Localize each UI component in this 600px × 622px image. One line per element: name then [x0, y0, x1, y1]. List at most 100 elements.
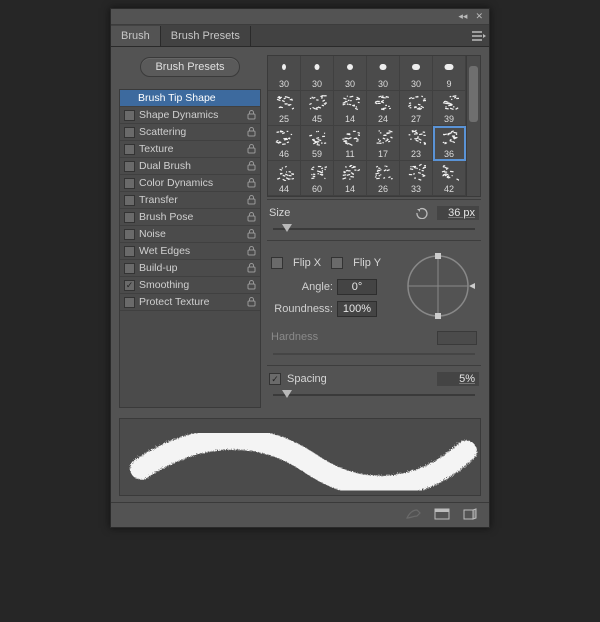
- size-label: Size: [269, 207, 290, 219]
- option-checkbox[interactable]: [124, 280, 135, 291]
- new-preset-icon[interactable]: [461, 507, 479, 521]
- option-brush-pose[interactable]: Brush Pose: [120, 209, 260, 226]
- lock-icon[interactable]: [246, 280, 256, 290]
- reset-size-icon[interactable]: [415, 206, 431, 220]
- tab-brush[interactable]: Brush: [111, 26, 161, 46]
- brush-tip[interactable]: 30: [334, 56, 367, 91]
- new-brush-icon[interactable]: [433, 507, 451, 521]
- brush-tip[interactable]: 14: [334, 91, 367, 126]
- option-checkbox[interactable]: [124, 144, 135, 155]
- option-brush-tip-shape[interactable]: Brush Tip Shape: [120, 90, 260, 107]
- option-checkbox[interactable]: [124, 297, 135, 308]
- flip-x-checkbox[interactable]: [271, 257, 283, 269]
- flip-y-checkbox[interactable]: [331, 257, 343, 269]
- close-icon[interactable]: ✕: [475, 11, 483, 22]
- brush-size-label: 42: [444, 184, 454, 194]
- brush-thumb-icon: [439, 163, 459, 181]
- brush-thumb-icon: [307, 93, 327, 111]
- brush-tip[interactable]: 46: [268, 126, 301, 161]
- option-shape-dynamics[interactable]: Shape Dynamics: [120, 107, 260, 124]
- brush-tip[interactable]: 33: [400, 161, 433, 196]
- option-checkbox[interactable]: [124, 229, 135, 240]
- brush-tip[interactable]: 30: [268, 56, 301, 91]
- spacing-checkbox[interactable]: [269, 373, 281, 385]
- option-noise[interactable]: Noise: [120, 226, 260, 243]
- brush-presets-button[interactable]: Brush Presets: [140, 57, 240, 77]
- option-dual-brush[interactable]: Dual Brush: [120, 158, 260, 175]
- spacing-slider[interactable]: [269, 388, 479, 402]
- angle-widget[interactable]: [401, 249, 475, 323]
- brush-tip[interactable]: 25: [268, 91, 301, 126]
- option-checkbox[interactable]: [124, 212, 135, 223]
- lock-icon[interactable]: [246, 110, 256, 120]
- brush-tip[interactable]: 30: [400, 56, 433, 91]
- lock-icon[interactable]: [246, 212, 256, 222]
- brush-tip[interactable]: 11: [334, 126, 367, 161]
- brush-tip[interactable]: 42: [433, 161, 466, 196]
- tab-brush-presets[interactable]: Brush Presets: [161, 26, 251, 46]
- lock-icon[interactable]: [246, 144, 256, 154]
- option-label: Smoothing: [139, 279, 242, 291]
- brush-thumb-icon: [274, 58, 294, 76]
- option-checkbox[interactable]: [124, 127, 135, 138]
- brush-tip[interactable]: 17: [367, 126, 400, 161]
- brush-tip[interactable]: 39: [433, 91, 466, 126]
- option-checkbox[interactable]: [124, 178, 135, 189]
- brush-size-label: 33: [411, 184, 421, 194]
- brush-preview: [119, 418, 481, 496]
- option-color-dynamics[interactable]: Color Dynamics: [120, 175, 260, 192]
- lock-icon[interactable]: [246, 246, 256, 256]
- collapse-icon[interactable]: ◂◂: [458, 11, 467, 22]
- option-build-up[interactable]: Build-up: [120, 260, 260, 277]
- lock-icon[interactable]: [246, 161, 256, 171]
- lock-icon[interactable]: [246, 195, 256, 205]
- option-label: Protect Texture: [139, 296, 242, 308]
- option-checkbox[interactable]: [124, 161, 135, 172]
- scrollbar-thumb[interactable]: [469, 66, 478, 122]
- lock-icon[interactable]: [246, 297, 256, 307]
- toggle-brush-icon: [405, 507, 423, 521]
- size-slider[interactable]: [269, 222, 479, 236]
- option-label: Shape Dynamics: [139, 109, 242, 121]
- brush-tip[interactable]: 59: [301, 126, 334, 161]
- lock-icon[interactable]: [246, 263, 256, 273]
- brush-tip[interactable]: 9: [433, 56, 466, 91]
- option-wet-edges[interactable]: Wet Edges: [120, 243, 260, 260]
- option-checkbox[interactable]: [124, 110, 135, 121]
- brush-tip[interactable]: 14: [334, 161, 367, 196]
- roundness-input[interactable]: [337, 301, 377, 317]
- option-checkbox[interactable]: [124, 263, 135, 274]
- lock-icon[interactable]: [246, 229, 256, 239]
- brush-tip[interactable]: 60: [301, 161, 334, 196]
- brush-tip[interactable]: 30: [367, 56, 400, 91]
- option-transfer[interactable]: Transfer: [120, 192, 260, 209]
- roundness-label: Roundness:: [269, 303, 333, 315]
- option-checkbox[interactable]: [124, 246, 135, 257]
- brush-grid-scrollbar[interactable]: [466, 56, 480, 196]
- spacing-value[interactable]: 5%: [437, 372, 479, 386]
- brush-tip[interactable]: 26: [367, 161, 400, 196]
- lock-icon[interactable]: [246, 127, 256, 137]
- brush-tip[interactable]: 27: [400, 91, 433, 126]
- brush-tip[interactable]: 44: [268, 161, 301, 196]
- option-protect-texture[interactable]: Protect Texture: [120, 294, 260, 311]
- option-checkbox[interactable]: [124, 195, 135, 206]
- brush-tip[interactable]: 24: [367, 91, 400, 126]
- option-smoothing[interactable]: Smoothing: [120, 277, 260, 294]
- brush-size-label: 30: [279, 79, 289, 89]
- option-label: Brush Pose: [139, 211, 242, 223]
- option-texture[interactable]: Texture: [120, 141, 260, 158]
- angle-input[interactable]: [337, 279, 377, 295]
- brush-thumb-icon: [307, 58, 327, 76]
- brush-thumb-icon: [274, 163, 294, 181]
- brush-thumb-icon: [406, 163, 426, 181]
- brush-tip[interactable]: 30: [301, 56, 334, 91]
- panel-menu-icon[interactable]: [469, 25, 489, 47]
- size-value[interactable]: 36 px: [437, 206, 479, 220]
- brush-tip[interactable]: 36: [433, 126, 466, 161]
- option-label: Dual Brush: [139, 160, 242, 172]
- lock-icon[interactable]: [246, 178, 256, 188]
- option-scattering[interactable]: Scattering: [120, 124, 260, 141]
- brush-tip[interactable]: 23: [400, 126, 433, 161]
- brush-tip[interactable]: 45: [301, 91, 334, 126]
